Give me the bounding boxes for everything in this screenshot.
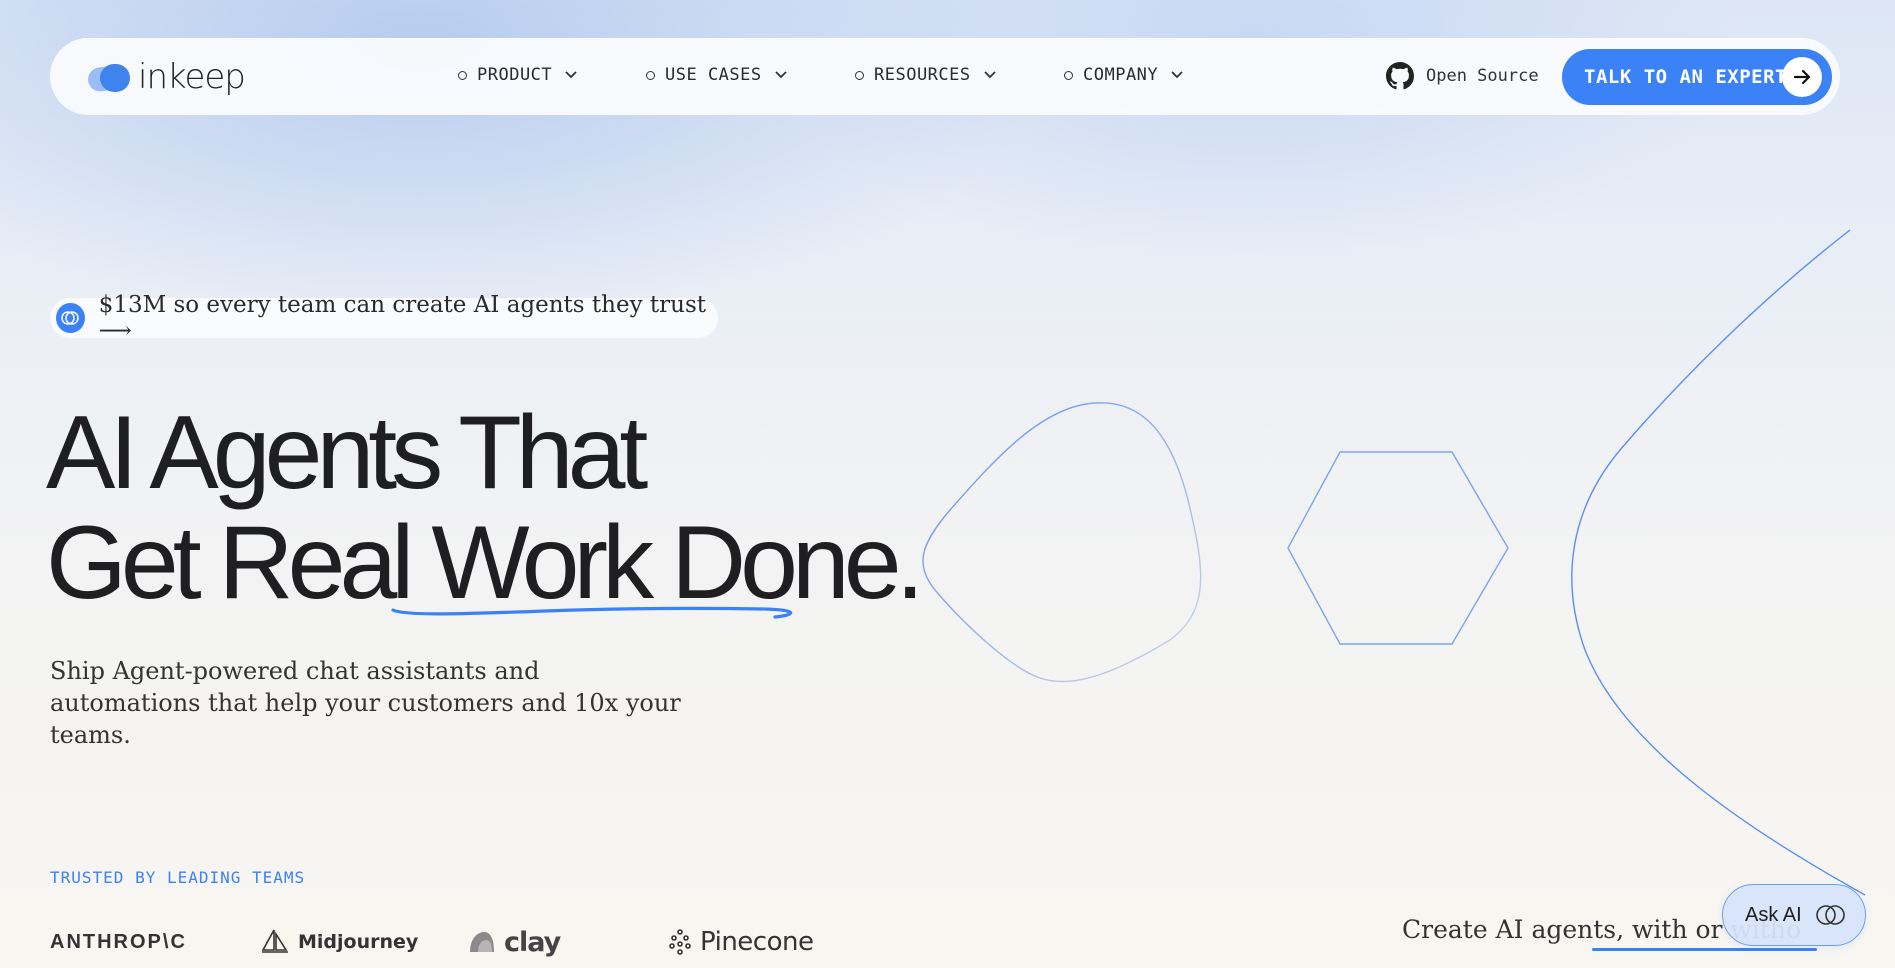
announcement-text: $13M so every team can create AI agents … [98,292,706,344]
top-navigation: inkeep PRODUCT USE CASES RESOURCES COMPA… [50,38,1840,115]
ask-ai-button[interactable]: Ask AI [1722,884,1866,946]
logo-text: Pinecone [700,927,814,957]
bullet-icon [855,70,864,80]
chevron-down-icon [1171,71,1183,79]
inkeep-rings-icon [56,303,85,333]
trusted-heading: TRUSTED BY LEADING TEAMS [50,868,306,887]
bullet-icon [646,70,655,80]
nav-item-label: COMPANY [1083,65,1159,85]
create-text-underline [1592,948,1817,951]
bullet-icon [458,70,467,80]
anthropic-logo: ANTHROP\C [50,922,187,962]
hero-subtitle: Ship Agent-powered chat assistants and a… [50,657,681,749]
rounded-blob-shape [922,402,1202,683]
sailboat-icon [261,929,288,953]
hand-drawn-underline [391,606,793,619]
github-icon [1386,62,1414,90]
pinecone-mark-icon [669,929,691,955]
bullet-icon [1064,70,1073,80]
open-source-label: Open Source [1426,66,1539,86]
logo-text: clay [504,926,561,958]
nav-item-label: RESOURCES [874,65,971,85]
funding-announcement-link[interactable]: $13M so every team can create AI agents … [50,292,718,344]
chevron-down-icon [565,71,577,79]
clay-logo: clay [468,922,561,962]
inkeep-logo[interactable]: inkeep [86,55,246,99]
chevron-down-icon [983,71,996,79]
nav-item-use-cases[interactable]: USE CASES [646,65,788,85]
open-source-link[interactable]: Open Source [1386,62,1539,90]
hero-title-period: . [895,505,925,621]
brand-name: inkeep [138,57,246,97]
logo-text: ANTHROP\C [50,930,187,953]
nav-item-resources[interactable]: RESOURCES [855,65,997,85]
inkeep-logo-icon [86,59,134,95]
ask-ai-rings-icon [1815,905,1845,925]
talk-to-expert-button[interactable]: TALK TO AN EXPERT [1562,49,1832,105]
arrow-right-icon [1782,57,1822,97]
nav-item-label: USE CASES [665,65,762,85]
nav-item-label: PRODUCT [477,65,553,85]
hero-title-line-1: AI Agents That [46,395,648,511]
cta-label: TALK TO AN EXPERT [1584,66,1787,88]
clay-mark-icon [470,932,494,952]
curve-shape [1571,229,1866,896]
logo-text: Midjourney [298,931,419,953]
midjourney-logo: Midjourney [260,922,418,962]
chevron-down-icon [774,71,787,79]
ask-ai-label: Ask AI [1745,903,1802,926]
pinecone-logo: Pinecone [668,922,814,962]
customer-logos: ANTHROP\C Midjourney clay Pinecone [50,922,830,962]
nav-item-product[interactable]: PRODUCT [458,65,578,85]
hero-title: AI Agents That Get Real Work Done. [46,395,925,621]
nav-item-company[interactable]: COMPANY [1064,65,1184,85]
hexagon-shape [1287,451,1509,645]
